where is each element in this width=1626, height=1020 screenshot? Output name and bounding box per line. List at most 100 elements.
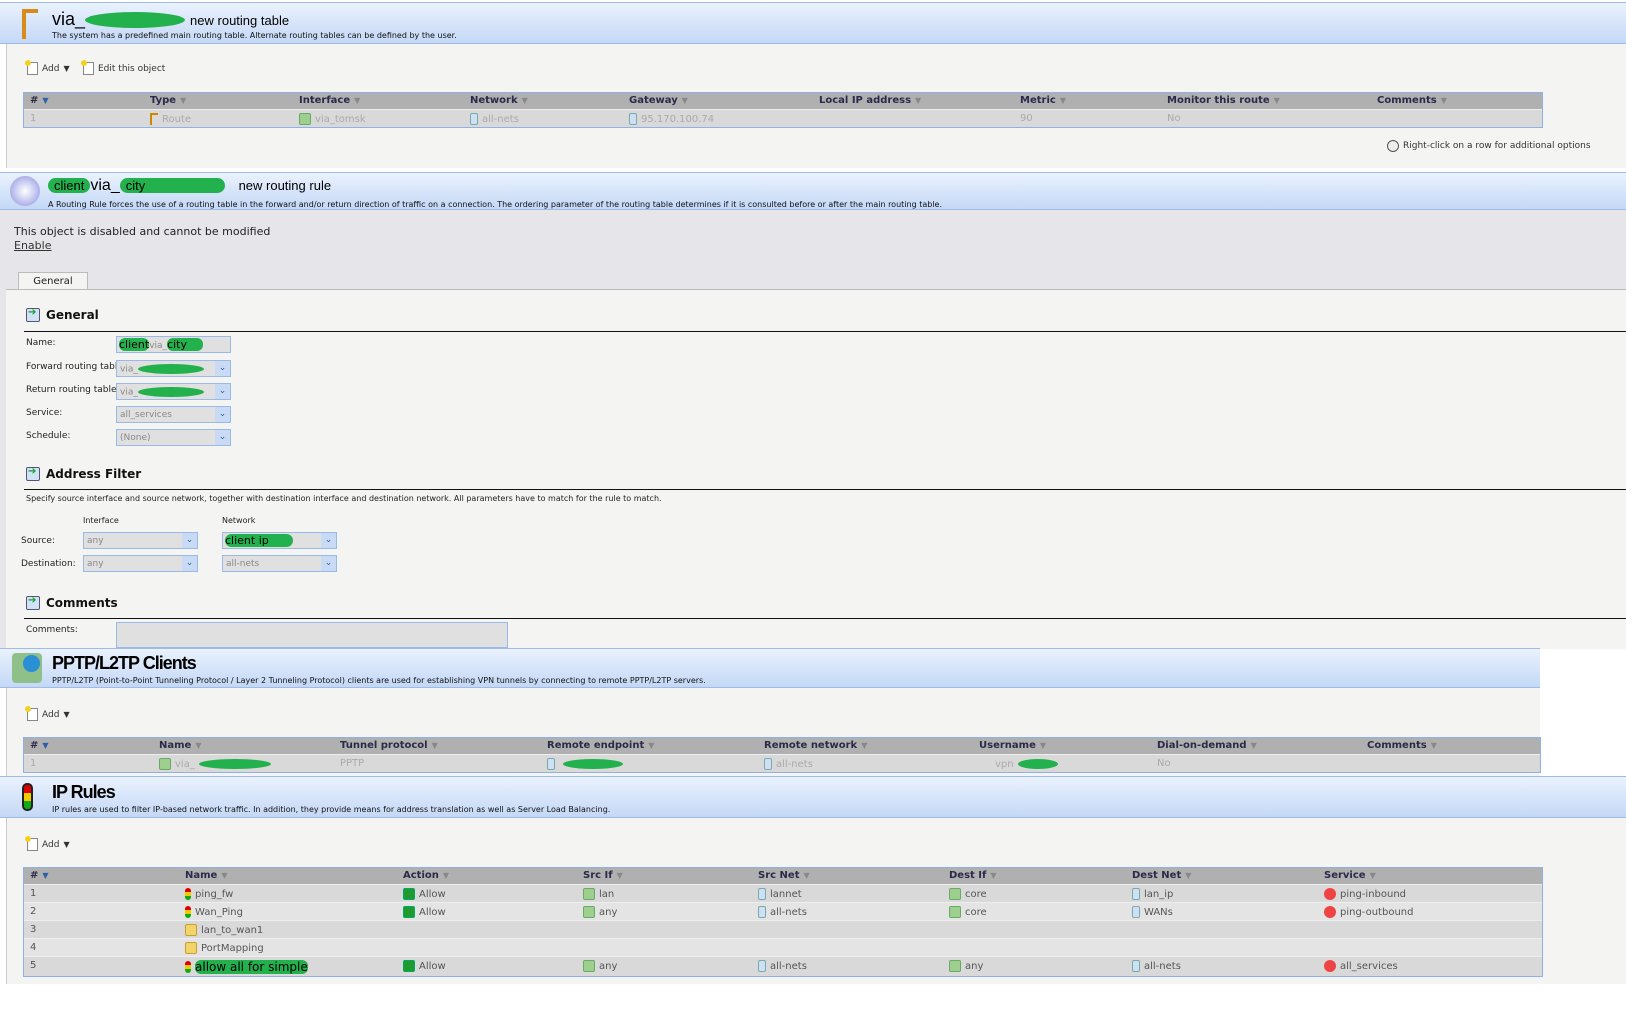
table-cell: Route — [150, 113, 191, 125]
column-header[interactable]: Src Net ▼ — [758, 870, 810, 881]
network-icon — [470, 113, 478, 125]
interface-icon — [583, 888, 595, 900]
column-header[interactable]: Src If ▼ — [583, 870, 623, 881]
column-header[interactable]: # ▼ — [30, 870, 49, 881]
redaction — [85, 12, 186, 29]
add-button[interactable]: Add ▼ — [25, 60, 70, 75]
comments-heading: Comments — [26, 595, 1626, 610]
column-header[interactable]: Service ▼ — [1324, 870, 1376, 881]
column-header[interactable]: Interface ▼ — [299, 95, 360, 106]
return-table-select[interactable]: via_ ⌄ — [116, 383, 231, 400]
source-network-select[interactable]: client ip ⌄ — [222, 532, 337, 549]
column-header[interactable]: Monitor this route ▼ — [1167, 95, 1280, 106]
source-interface-select[interactable]: any ⌄ — [83, 532, 198, 549]
new-icon — [25, 60, 38, 75]
info-icon — [1387, 140, 1399, 152]
destination-network-select[interactable]: all-nets ⌄ — [222, 555, 337, 572]
destination-interface-select[interactable]: any ⌄ — [83, 555, 198, 572]
chevron-down-icon: ⌄ — [215, 407, 230, 422]
network-icon — [758, 888, 766, 900]
sort-icon: ▼ — [1250, 741, 1257, 750]
sort-icon: ▼ — [915, 96, 922, 105]
edit-object-button[interactable]: Edit this object — [81, 60, 165, 75]
route-icon — [150, 113, 158, 125]
add-button[interactable]: Add ▼ — [25, 836, 70, 851]
table-row[interactable]: 2 Wan_Ping Allow any all-nets core WANs ping-ou… — [24, 902, 1542, 920]
table-row[interactable]: 1 ping_fw Allow lan lannet core lan_ip ping-inb… — [24, 884, 1542, 902]
description: The system has a predefined main routing… — [52, 31, 457, 40]
pptp-section: PPTP/L2TP Clients PPTP/L2TP (Point-to-Po… — [0, 648, 1541, 776]
chevron-down-icon: ⌄ — [215, 361, 230, 376]
table-row[interactable]: 1 via_ PPTP all-nets vpn No — [24, 754, 1540, 772]
tab-general[interactable]: General — [18, 272, 88, 290]
table-cell: lan_ip — [1132, 888, 1173, 900]
chevron-down-icon: ▼ — [63, 710, 70, 719]
description: A Routing Rule forces the use of a routi… — [48, 200, 942, 209]
section-icon — [26, 595, 40, 610]
forward-table-select[interactable]: via_ ⌄ — [116, 360, 231, 377]
column-header[interactable]: Remote network ▼ — [764, 740, 867, 751]
pptp-client-icon — [159, 758, 171, 770]
add-button[interactable]: Add ▼ — [25, 706, 70, 721]
column-header[interactable]: Metric ▼ — [1020, 95, 1066, 106]
table-cell: PPTP — [340, 758, 365, 769]
table-cell: via_ — [159, 758, 271, 770]
column-header[interactable]: Dial-on-demand ▼ — [1157, 740, 1257, 751]
table-cell: lan — [583, 888, 614, 900]
table-cell: 4 — [30, 942, 37, 953]
table-cell: Allow — [403, 906, 446, 918]
table-row[interactable]: 5 allow all for simple Allow any all-nets any… — [24, 956, 1542, 974]
chevron-down-icon: ⌄ — [182, 556, 197, 571]
column-header[interactable]: Comments ▼ — [1367, 740, 1437, 751]
table-row[interactable]: 1 Route via_tomsk all-nets 95.170.100.74 90 No — [24, 109, 1542, 127]
column-header[interactable]: # ▼ — [30, 95, 49, 106]
table-cell: 5 — [30, 960, 37, 971]
interface-icon — [299, 113, 311, 125]
sort-icon: ▼ — [442, 871, 450, 880]
enable-link[interactable]: Enable — [14, 239, 51, 252]
allow-icon — [403, 960, 415, 972]
table-header: # ▼ Type ▼ Interface ▼ Network ▼ Gateway ▼ Local I… — [24, 93, 1542, 109]
table-cell: any — [949, 960, 983, 972]
column-header[interactable]: # ▼ — [30, 740, 49, 751]
redaction — [137, 387, 204, 397]
section-icon — [26, 307, 40, 322]
routing-rule-body: This object is disabled and cannot be mo… — [0, 210, 1626, 649]
sort-icon: ▼ — [42, 871, 49, 880]
column-header[interactable]: Gateway ▼ — [629, 95, 688, 106]
table-cell: all-nets — [758, 906, 807, 918]
table-row[interactable]: 4 PortMapping — [24, 938, 1542, 956]
column-header[interactable]: Remote endpoint ▼ — [547, 740, 654, 751]
column-header[interactable]: Comments ▼ — [1377, 95, 1447, 106]
column-header[interactable]: Action ▼ — [403, 870, 449, 881]
service-icon — [1324, 960, 1336, 972]
comments-label: Comments: — [26, 625, 78, 635]
table-cell: No — [1167, 113, 1181, 124]
column-header[interactable]: Network ▼ — [470, 95, 528, 106]
page-title: client via_ city new routing rule — [48, 177, 331, 195]
column-header[interactable]: Tunnel protocol ▼ — [340, 740, 438, 751]
pptp-body: Add ▼ # ▼ Name ▼ Tunnel protocol ▼ Remote endpo… — [6, 688, 1541, 776]
column-header[interactable]: Dest If ▼ — [949, 870, 997, 881]
table-header: # ▼ Name ▼ Tunnel protocol ▼ Remote endpoint ▼ R… — [24, 738, 1540, 754]
interface-icon — [583, 906, 595, 918]
column-header[interactable]: Name ▼ — [185, 870, 227, 881]
table-cell: core — [949, 906, 987, 918]
divider — [24, 489, 1626, 490]
column-header[interactable]: Type ▼ — [150, 95, 186, 106]
table-cell: ping-outbound — [1324, 906, 1413, 918]
table-row[interactable]: 3 lan_to_wan1 — [24, 920, 1542, 938]
schedule-select[interactable]: (None) ⌄ — [116, 429, 231, 446]
comments-field[interactable] — [116, 622, 508, 648]
column-header[interactable]: Name ▼ — [159, 740, 201, 751]
destination-label: Destination: — [21, 559, 76, 569]
network-icon — [1132, 888, 1140, 900]
service-select[interactable]: all_services ⌄ — [116, 406, 231, 423]
column-header[interactable]: Username ▼ — [979, 740, 1046, 751]
column-header[interactable]: Dest Net ▼ — [1132, 870, 1191, 881]
network-column-label: Network — [222, 516, 256, 525]
sort-icon: ▼ — [42, 741, 49, 750]
name-field[interactable]: clientvia_city — [116, 336, 231, 353]
table-cell: Allow — [403, 960, 446, 972]
column-header[interactable]: Local IP address ▼ — [819, 95, 921, 106]
